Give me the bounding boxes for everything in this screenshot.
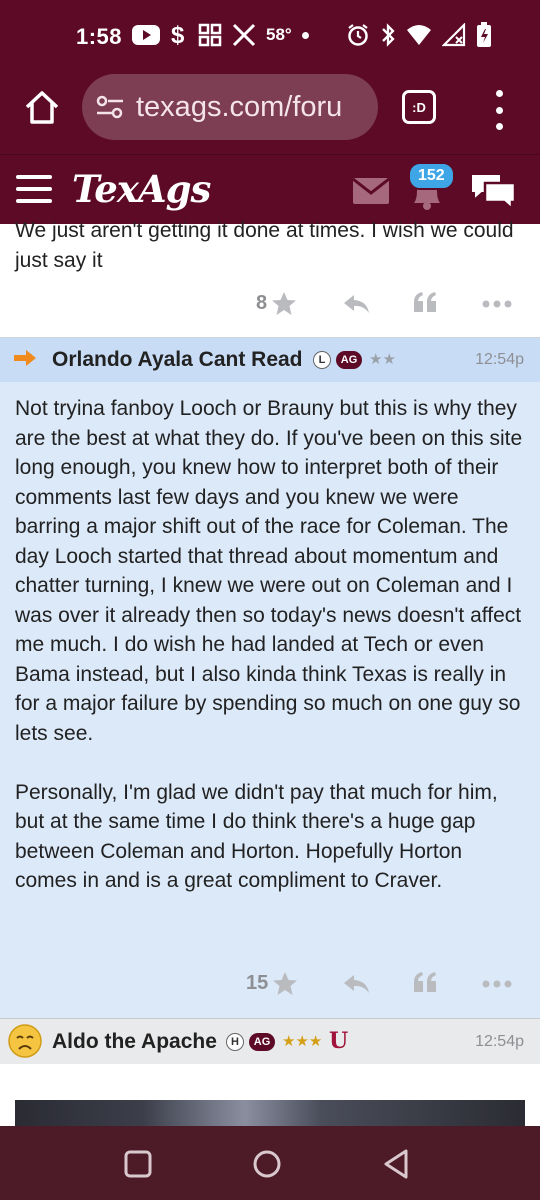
user-rating-stars: ★★ xyxy=(369,351,396,368)
post-text: We just aren't getting it done at times.… xyxy=(15,219,514,272)
post-paragraph: Personally, I'm glad we didn't pay that … xyxy=(15,780,498,893)
star-button[interactable]: 8 xyxy=(256,291,297,316)
browser-menu-icon[interactable] xyxy=(490,90,508,130)
post-time: 12:54p xyxy=(475,351,524,368)
status-icons-right xyxy=(346,22,492,48)
temperature: 58° xyxy=(266,25,292,44)
avatar[interactable] xyxy=(8,1024,42,1058)
chat-icon[interactable] xyxy=(468,171,518,211)
wifi-icon xyxy=(407,25,431,45)
url-bar[interactable]: texags.com/foru xyxy=(82,74,378,140)
post-header: Aldo the Apache H AG ★★★ U 12:54p xyxy=(0,1018,540,1064)
mail-icon[interactable] xyxy=(352,177,390,205)
quote-icon[interactable] xyxy=(412,970,438,996)
new-post-arrow-icon xyxy=(14,350,36,366)
youtube-icon xyxy=(132,25,160,45)
signal-icon xyxy=(442,23,466,47)
bluetooth-icon xyxy=(382,23,395,47)
home-nav-icon[interactable] xyxy=(252,1149,282,1179)
status-bar: 1:58 $ 58° xyxy=(0,0,540,68)
notification-count-badge[interactable]: 152 xyxy=(408,162,455,190)
dollar-icon: $ xyxy=(171,22,185,48)
team-badge: U xyxy=(329,1028,349,1054)
post-header: Orlando Ayala Cant Read L AG ★★ 12:54p xyxy=(0,338,540,382)
home-icon[interactable] xyxy=(22,88,62,128)
ag-badge: AG xyxy=(249,1033,275,1051)
system-nav-bar xyxy=(0,1126,540,1200)
post-item: Not tryina fanboy Looch or Brauny but th… xyxy=(0,382,540,1018)
status-icons-left: $ 58° xyxy=(132,22,309,48)
post-image[interactable] xyxy=(15,1100,525,1126)
tab-switcher-button[interactable]: :D xyxy=(402,90,436,124)
site-settings-icon[interactable] xyxy=(96,94,124,120)
star-count: 15 xyxy=(246,972,269,994)
status-time: 1:58 xyxy=(76,24,123,49)
post-paragraph: Not tryina fanboy Looch or Brauny but th… xyxy=(15,397,523,745)
post-item xyxy=(0,1064,540,1126)
back-nav-icon[interactable] xyxy=(382,1148,410,1180)
reply-icon[interactable] xyxy=(342,973,370,995)
member-type-badge: H xyxy=(226,1033,244,1051)
username[interactable]: Orlando Ayala Cant Read xyxy=(52,348,303,372)
star-icon xyxy=(273,972,298,995)
username[interactable]: Aldo the Apache xyxy=(52,1030,217,1054)
site-logo[interactable]: TexAgs xyxy=(72,167,211,211)
post-text: Not tryina fanboy Looch or Brauny but th… xyxy=(15,394,525,896)
post-item: We just aren't getting it done at times.… xyxy=(0,219,540,338)
star-button[interactable]: 15 xyxy=(246,971,298,996)
post-time: 12:54p xyxy=(475,1033,524,1050)
hamburger-menu-icon[interactable] xyxy=(16,175,52,203)
star-count: 8 xyxy=(256,292,268,314)
dot-icon xyxy=(301,31,309,39)
site-header: TexAgs xyxy=(0,154,540,224)
grid-app-icon xyxy=(198,23,222,47)
star-icon xyxy=(272,292,297,315)
more-options-icon[interactable] xyxy=(482,980,512,988)
svg-text:$: $ xyxy=(171,22,185,48)
user-rating-stars: ★★★ xyxy=(282,1033,323,1050)
browser-toolbar: texags.com/foru :D xyxy=(0,68,540,154)
quote-icon[interactable] xyxy=(412,290,438,316)
member-type-badge: L xyxy=(313,351,331,369)
ag-badge: AG xyxy=(336,351,362,369)
alarm-icon xyxy=(348,24,368,46)
reply-icon[interactable] xyxy=(342,293,370,315)
url-text: texags.com/foru xyxy=(136,91,343,123)
recent-apps-icon[interactable] xyxy=(124,1150,152,1178)
x-icon xyxy=(232,23,256,47)
battery-icon xyxy=(477,22,491,47)
more-options-icon[interactable] xyxy=(482,300,512,308)
